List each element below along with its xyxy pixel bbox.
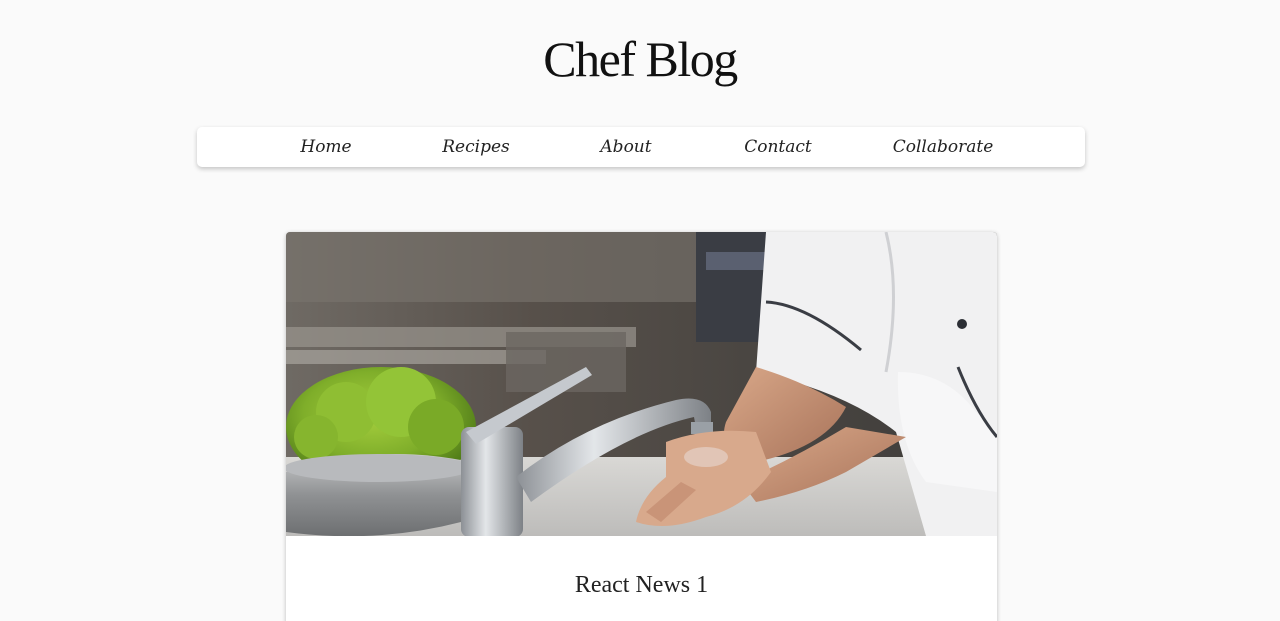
nav-contact-link[interactable]: Contact (744, 127, 812, 167)
nav-collaborate-link[interactable]: Collaborate (893, 127, 994, 167)
main-navbar: Home Recipes About Contact Collaborate (197, 127, 1085, 167)
nav-about-link[interactable]: About (600, 127, 651, 167)
site-title: Chef Blog (543, 31, 738, 87)
nav-home-link[interactable]: Home (300, 127, 351, 167)
nav-recipes-link[interactable]: Recipes (442, 127, 510, 167)
post-title[interactable]: React News 1 (286, 572, 997, 599)
post-card[interactable]: React News 1 (286, 232, 997, 621)
page: Chef Blog Home Recipes About Contact Col… (0, 0, 1280, 621)
post-image-chef-washing-hands (286, 232, 997, 536)
